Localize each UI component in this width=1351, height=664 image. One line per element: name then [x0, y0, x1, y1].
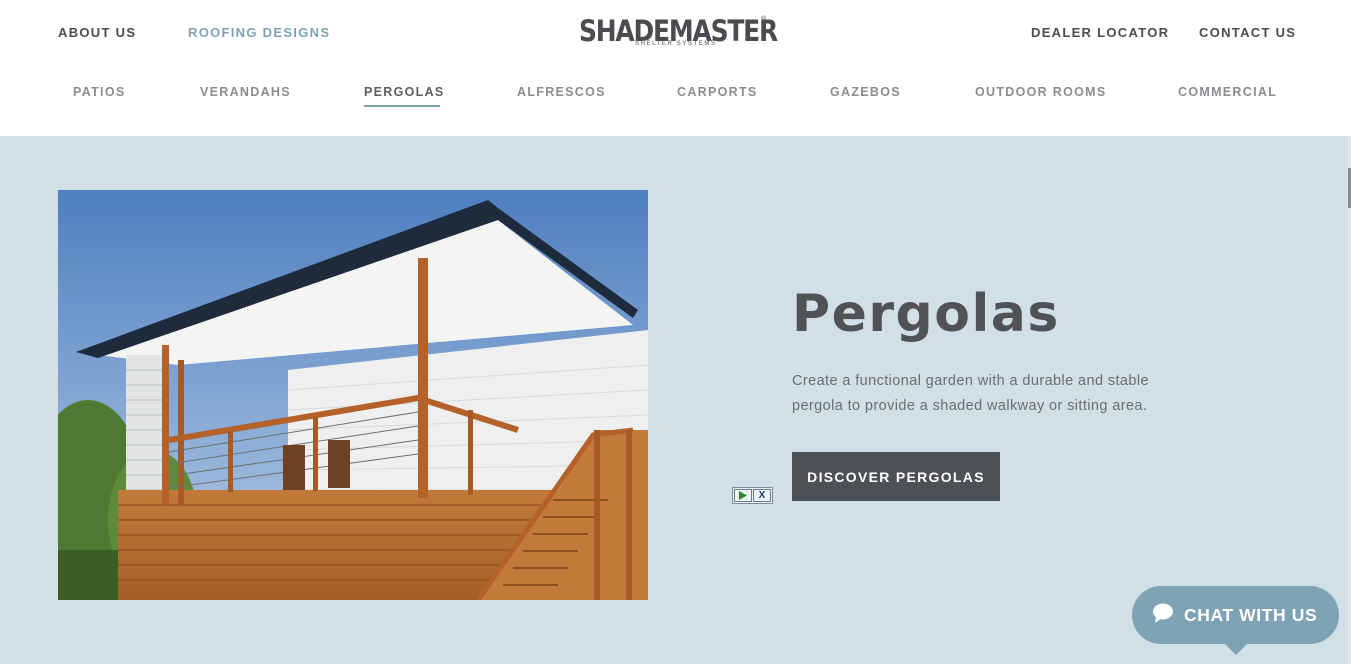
about-us-link[interactable]: ABOUT US — [58, 25, 136, 40]
nav-item-commercial[interactable]: COMMERCIAL — [1178, 85, 1277, 99]
logo-tagline: SHELTER SYSTEMS — [635, 41, 717, 47]
ad-controls: X — [732, 487, 773, 504]
dealer-locator-link[interactable]: DEALER LOCATOR — [1031, 25, 1169, 40]
hero-description: Create a functional garden with a durabl… — [792, 373, 1149, 414]
nav-item-carports[interactable]: CARPORTS — [677, 85, 758, 99]
roofing-designs-link[interactable]: ROOFING DESIGNS — [188, 25, 330, 40]
nav-item-verandahs[interactable]: VERANDAHS — [200, 85, 291, 99]
discover-pergolas-button[interactable]: DISCOVER PERGOLAS — [792, 452, 1000, 501]
contact-us-link[interactable]: CONTACT US — [1199, 25, 1296, 40]
nav-item-gazebos[interactable]: GAZEBOS — [830, 85, 901, 99]
chat-label: CHAT WITH US — [1184, 604, 1318, 625]
chat-pointer — [1223, 642, 1249, 655]
shademaster-logo[interactable]: SHADEMASTER SHELTER SYSTEMS ® — [579, 12, 778, 52]
chat-with-us-button[interactable]: CHAT WITH US — [1132, 586, 1339, 644]
active-nav-underline — [364, 105, 440, 107]
pergola-photo — [58, 190, 648, 600]
logo-registered-mark: ® — [761, 16, 767, 23]
ad-close-button[interactable]: X — [753, 489, 771, 502]
nav-item-outdoor-rooms[interactable]: OUTDOOR ROOMS — [975, 85, 1106, 99]
speech-bubble-icon — [1152, 603, 1174, 628]
page-title: Pergolas — [792, 284, 1060, 344]
scrollbar-track — [1347, 136, 1351, 664]
nav-item-pergolas[interactable]: PERGOLAS — [364, 85, 445, 99]
nav-item-alfrescos[interactable]: ALFRESCOS — [517, 85, 606, 99]
site-header: ABOUT US ROOFING DESIGNS SHADEMASTER SHE… — [0, 0, 1351, 136]
nav-item-patios[interactable]: PATIOS — [73, 85, 125, 99]
play-icon[interactable] — [734, 489, 752, 502]
